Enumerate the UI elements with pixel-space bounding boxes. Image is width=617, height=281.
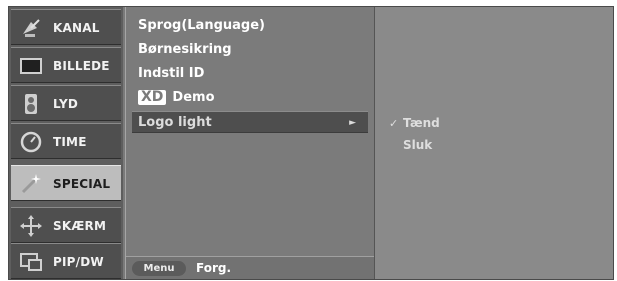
sidebar-item-label: SKÆRM xyxy=(53,219,107,233)
speaker-icon xyxy=(19,92,43,116)
sidebar-item-label: LYD xyxy=(53,97,79,111)
clock-icon xyxy=(19,130,43,154)
sidebar-item-pip[interactable]: PIP/DW xyxy=(11,243,121,279)
sidebar: KANAL BILLEDE LYD TIME SPECIAL SKÆRM PIP… xyxy=(9,7,123,279)
sidebar-item-time[interactable]: TIME xyxy=(11,123,121,159)
sidebar-item-kanal[interactable]: KANAL xyxy=(11,9,121,45)
tv-osd-menu: KANAL BILLEDE LYD TIME SPECIAL SKÆRM PIP… xyxy=(8,6,614,280)
sidebar-item-label: TIME xyxy=(53,135,87,149)
submenu-panel: ✓ Tænd Sluk xyxy=(375,7,613,279)
arrow-right-icon: ► xyxy=(349,118,356,128)
menu-item-logo-light[interactable]: Logo light ► xyxy=(132,111,368,133)
menu-item-child-lock[interactable]: Børnesikring xyxy=(132,39,368,61)
sidebar-item-label: KANAL xyxy=(53,21,100,35)
wand-icon xyxy=(19,172,43,196)
sidebar-item-special[interactable]: SPECIAL xyxy=(11,165,121,201)
menu-item-label: Logo light xyxy=(138,115,212,130)
option-label: Tænd xyxy=(403,116,440,130)
xd-logo: XD xyxy=(138,90,167,105)
sidebar-item-lyd[interactable]: LYD xyxy=(11,85,121,121)
sidebar-item-label: SPECIAL xyxy=(53,177,111,191)
menu-item-label: Indstil ID xyxy=(138,66,205,81)
check-icon: ✓ xyxy=(389,117,399,130)
satellite-dish-icon xyxy=(19,16,43,40)
menu-item-xd-demo[interactable]: XD Demo xyxy=(132,87,368,109)
menu-item-language[interactable]: Sprog(Language) xyxy=(132,15,368,37)
sidebar-item-billede[interactable]: BILLEDE xyxy=(11,47,121,83)
menu-button[interactable]: Menu xyxy=(132,261,186,276)
move-arrows-icon xyxy=(19,214,43,238)
menu-item-label: Børnesikring xyxy=(138,42,232,57)
sidebar-item-label: BILLEDE xyxy=(53,59,110,73)
option-label: Sluk xyxy=(403,138,433,152)
option-off[interactable]: Sluk xyxy=(389,135,432,155)
pip-icon xyxy=(19,250,43,274)
menu-item-set-id[interactable]: Indstil ID xyxy=(132,63,368,85)
footer-hint: Forg. xyxy=(196,261,232,275)
sidebar-item-skaerm[interactable]: SKÆRM xyxy=(11,207,121,243)
menu-item-label: Demo xyxy=(172,90,215,105)
screen-icon xyxy=(19,54,43,78)
menu-item-label: Sprog(Language) xyxy=(138,18,265,33)
sidebar-item-label: PIP/DW xyxy=(53,255,104,269)
menu-footer: Menu Forg. xyxy=(126,256,374,279)
menu-list: Sprog(Language) Børnesikring Indstil ID … xyxy=(125,7,375,279)
option-on[interactable]: ✓ Tænd xyxy=(389,113,440,133)
